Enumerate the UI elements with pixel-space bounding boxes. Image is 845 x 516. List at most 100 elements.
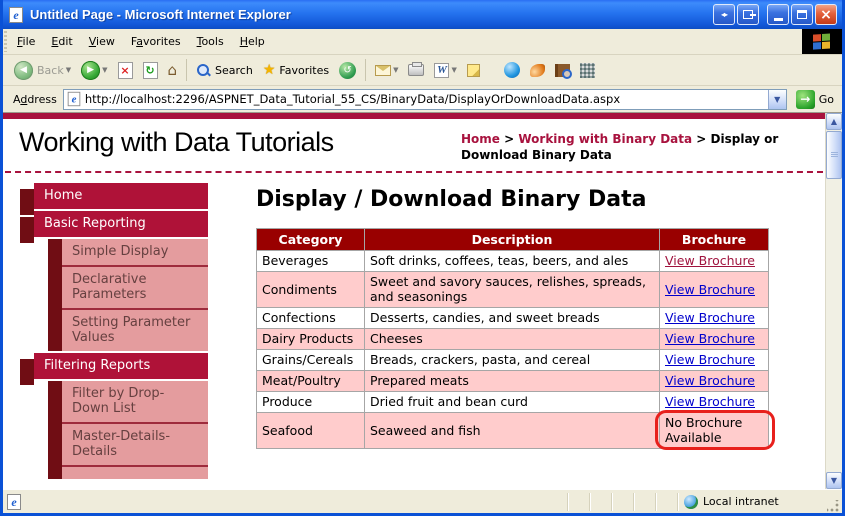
favorites-label: Favorites xyxy=(279,64,329,77)
mail-button[interactable]: ▼ xyxy=(370,62,403,79)
category-cell: Condiments xyxy=(257,272,365,308)
home-button[interactable]: ⌂ xyxy=(163,60,183,81)
back-button[interactable]: ◀ Back ▼ xyxy=(9,58,76,83)
ie-brand-logo xyxy=(802,29,842,54)
table-row: Meat/PoultryPrepared meatsView Brochure xyxy=(257,371,769,392)
page-favicon-icon: e xyxy=(68,92,81,106)
no-brochure-text: No Brochure Available xyxy=(665,415,742,445)
scrollbar-thumb[interactable] xyxy=(826,131,842,179)
forward-icon: ▶ xyxy=(81,61,100,80)
view-brochure-link[interactable]: View Brochure xyxy=(665,394,755,409)
mail-dropdown-icon[interactable]: ▼ xyxy=(393,66,398,74)
brochure-cell: View Brochure xyxy=(660,371,769,392)
description-cell: Sweet and savory sauces, relishes, sprea… xyxy=(365,272,660,308)
home-icon: ⌂ xyxy=(168,63,178,78)
sidebar-item-filtering-reports[interactable]: Filtering Reports xyxy=(34,353,208,379)
mail-icon xyxy=(375,65,391,76)
menu-view[interactable]: View xyxy=(81,29,123,54)
description-cell: Dried fruit and bean curd xyxy=(365,392,660,413)
minimize-button[interactable] xyxy=(767,4,789,25)
toolbar-separator xyxy=(186,59,187,81)
history-button[interactable]: ↺ xyxy=(334,59,361,82)
minimize-icon xyxy=(774,18,783,21)
view-brochure-link[interactable]: View Brochure xyxy=(665,282,755,297)
table-row: SeafoodSeaweed and fishNo Brochure Avail… xyxy=(257,413,769,449)
matrix-tool-button[interactable] xyxy=(575,60,600,81)
view-brochure-link[interactable]: View Brochure xyxy=(665,352,755,367)
scrollbar-track[interactable] xyxy=(826,179,842,472)
flame-icon xyxy=(530,64,545,77)
view-brochure-link[interactable]: View Brochure xyxy=(665,310,755,325)
status-cell xyxy=(633,493,655,511)
left-right-arrows-icon: ◂▸ xyxy=(721,10,727,19)
view-brochure-link[interactable]: View Brochure xyxy=(665,373,755,388)
media-button[interactable] xyxy=(525,61,550,80)
address-url[interactable]: http://localhost:2296/ASPNET_Data_Tutori… xyxy=(81,92,768,106)
sidebar-item-home[interactable]: Home xyxy=(34,183,208,209)
security-zone-panel: Local intranet xyxy=(677,493,827,511)
scroll-up-button[interactable]: ▲ xyxy=(826,113,842,130)
refresh-button[interactable]: ↻ xyxy=(138,59,163,82)
discuss-button[interactable] xyxy=(462,61,485,80)
word-dropdown-icon[interactable]: ▼ xyxy=(451,66,456,74)
favorites-button[interactable]: ★ Favorites xyxy=(258,60,334,80)
category-cell: Confections xyxy=(257,308,365,329)
research-button[interactable] xyxy=(550,61,575,80)
browser-viewport: Working with Data Tutorials Home > Worki… xyxy=(3,113,842,489)
brochure-cell: View Brochure xyxy=(660,251,769,272)
description-cell: Soft drinks, coffees, teas, beers, and a… xyxy=(365,251,660,272)
description-cell: Prepared meats xyxy=(365,371,660,392)
menu-edit[interactable]: Edit xyxy=(43,29,80,54)
menu-bar: FileEditViewFavoritesToolsHelp xyxy=(3,29,842,55)
sidebar-menu: HomeBasic ReportingSimple DisplayDeclara… xyxy=(20,183,208,481)
forward-button[interactable]: ▶ ▼ xyxy=(76,58,112,83)
back-dropdown-icon[interactable]: ▼ xyxy=(66,66,71,74)
page-header: Working with Data Tutorials Home > Worki… xyxy=(3,119,825,169)
brochure-cell: View Brochure xyxy=(660,308,769,329)
brochure-cell: View Brochure xyxy=(660,392,769,413)
word-icon: W xyxy=(434,63,449,78)
view-brochure-link[interactable]: View Brochure xyxy=(665,253,755,268)
menubar-grip[interactable] xyxy=(4,31,7,52)
intranet-globe-icon xyxy=(684,495,698,509)
resize-grip[interactable] xyxy=(827,500,840,513)
ie-page-glyph: e xyxy=(9,7,23,23)
close-button[interactable]: × xyxy=(815,4,837,25)
back-label: Back xyxy=(37,64,64,77)
stop-button[interactable]: × xyxy=(113,59,138,82)
sidebar-item-declarative-parameters[interactable]: Declarative Parameters xyxy=(62,267,208,310)
address-dropdown-button[interactable]: ▼ xyxy=(768,90,786,109)
vm-switch-button[interactable]: ◂▸ xyxy=(713,4,735,25)
go-button[interactable]: → Go xyxy=(792,88,838,111)
vertical-scrollbar[interactable]: ▲ ▼ xyxy=(825,113,842,489)
sidebar-item-filter-by-drop-down-list[interactable]: Filter by Drop-Down List xyxy=(62,381,208,424)
scroll-down-button[interactable]: ▼ xyxy=(826,472,842,489)
sidebar-item-partial[interactable] xyxy=(62,467,208,479)
sidebar-item-master-details-details[interactable]: Master-Details-Details xyxy=(62,424,208,467)
maximize-button[interactable] xyxy=(791,4,813,25)
forward-dropdown-icon[interactable]: ▼ xyxy=(102,66,107,74)
edit-with-word-button[interactable]: W ▼ xyxy=(429,60,461,81)
view-brochure-link[interactable]: View Brochure xyxy=(665,331,755,346)
address-field[interactable]: e http://localhost:2296/ASPNET_Data_Tuto… xyxy=(63,89,787,110)
sidebar-item-setting-parameter-values[interactable]: Setting Parameter Values xyxy=(62,310,208,351)
search-icon xyxy=(196,63,211,78)
menu-file[interactable]: File xyxy=(9,29,43,54)
messenger-button[interactable] xyxy=(499,59,525,81)
menu-help[interactable]: Help xyxy=(232,29,273,54)
categories-table: CategoryDescriptionBrochure BeveragesSof… xyxy=(256,228,769,449)
research-book-icon xyxy=(555,64,570,77)
sidebar-item-simple-display[interactable]: Simple Display xyxy=(62,239,208,267)
search-button[interactable]: Search xyxy=(191,60,258,81)
back-icon: ◀ xyxy=(14,61,33,80)
table-row: BeveragesSoft drinks, coffees, teas, bee… xyxy=(257,251,769,272)
site-title: Working with Data Tutorials xyxy=(19,127,461,163)
go-arrow-icon: → xyxy=(796,90,815,109)
breadcrumb-link[interactable]: Home xyxy=(461,132,500,146)
print-button[interactable] xyxy=(403,61,429,79)
menu-favorites[interactable]: Favorites xyxy=(123,29,189,54)
menu-tools[interactable]: Tools xyxy=(189,29,232,54)
breadcrumb-link[interactable]: Working with Binary Data xyxy=(518,132,692,146)
sidebar-item-basic-reporting[interactable]: Basic Reporting xyxy=(34,211,208,237)
vm-popout-button[interactable] xyxy=(737,4,759,25)
